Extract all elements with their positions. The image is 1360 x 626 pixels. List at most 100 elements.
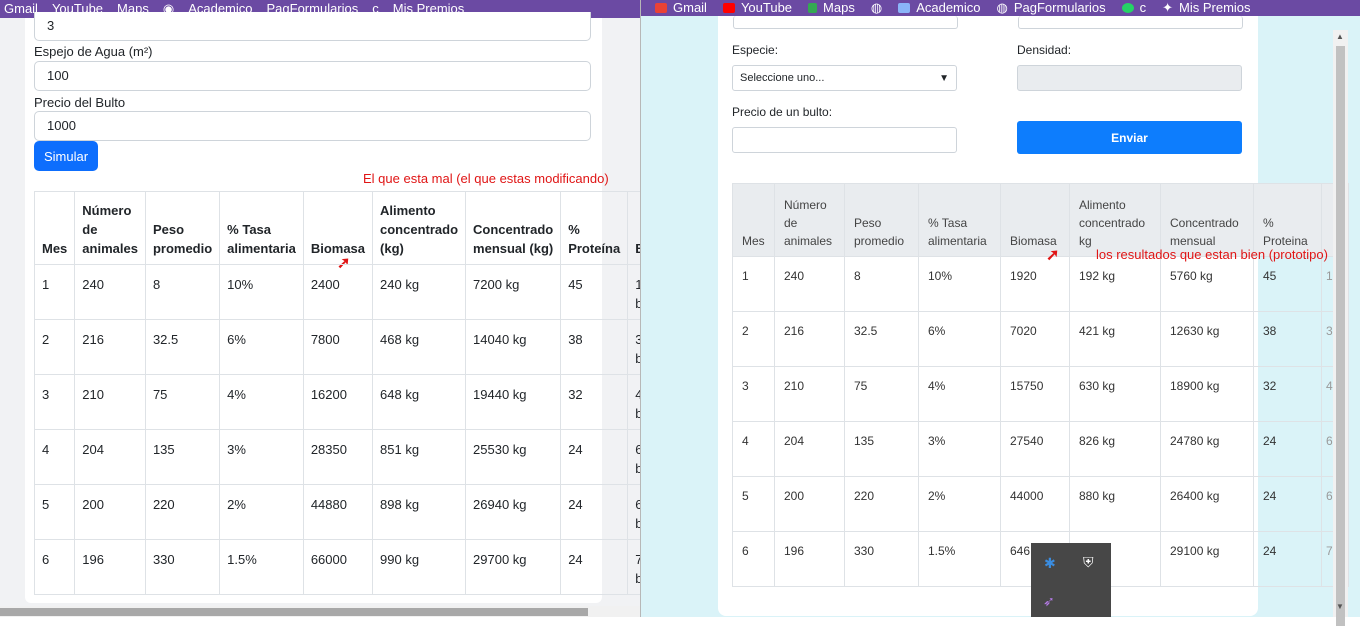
densidad-field: [1017, 65, 1242, 91]
col-header: % Proteína: [560, 191, 629, 265]
table-cell: 5760 kg: [1160, 256, 1254, 312]
maps-icon: [808, 3, 818, 13]
table-row: 1 240 8 10% 1920 192 kg 5760 kg 45 1: [732, 256, 1350, 312]
precio-bulto-label: Precio de un bulto:: [732, 105, 833, 119]
espejo-input[interactable]: 100: [34, 61, 591, 91]
table-cell: 220: [844, 476, 919, 532]
col-header: Alimento concentrado kg: [1069, 183, 1161, 257]
bookmark-academico[interactable]: Academico: [898, 1, 981, 15]
security-warning-icon[interactable]: ⛨: [1083, 554, 1094, 571]
table-cell: 990 kg: [372, 539, 467, 595]
top-input-partial[interactable]: [1018, 16, 1243, 29]
table-cell: 24: [1253, 421, 1322, 477]
table-cell: 10%: [918, 256, 1001, 312]
bluetooth-icon[interactable]: ✱: [1044, 555, 1056, 572]
table-header-row: Mes Número de animales Peso promedio % T…: [732, 183, 1350, 257]
scrollbar-thumb[interactable]: [0, 608, 588, 616]
col-header: Concentrado mensual (kg): [465, 191, 562, 265]
table-row: 1240810%2400240 kg7200 kg45180 bulto: [33, 264, 640, 320]
table-cell: 330: [144, 539, 221, 595]
bookmark-gmail[interactable]: Gmail: [4, 2, 38, 16]
top-input-partial[interactable]: [733, 16, 958, 29]
simular-button[interactable]: Simular: [34, 141, 98, 171]
precio-bulto-input[interactable]: 1000: [34, 111, 591, 141]
table-cell: 192 kg: [1069, 256, 1161, 312]
annotation-arrow-icon: ➚: [1046, 247, 1060, 264]
table-cell: 24780 kg: [1160, 421, 1254, 477]
densidad-label: Densidad:: [1017, 43, 1072, 57]
table-cell: 3: [732, 366, 775, 422]
annotation-wrong: El que esta mal (el que estas modificand…: [363, 171, 609, 186]
table-cell: 29700 kg: [465, 539, 562, 595]
scroll-down-icon[interactable]: ▼: [1336, 602, 1344, 611]
table-cell: 4: [732, 421, 775, 477]
table-row: 2 216 32.5 6% 7020 421 kg 12630 kg 38 3: [732, 311, 1350, 367]
col-header: Número de animales: [774, 183, 845, 257]
table-cell: 24: [1253, 531, 1322, 587]
table-cell: 19440 kg: [465, 374, 562, 430]
vertical-scrollbar[interactable]: ▲ ▼: [1333, 30, 1348, 626]
table-cell: 880 kg: [1069, 476, 1161, 532]
bookmarks-bar: Gmail YouTube Maps ◍ Academico ◍ PagFormu…: [641, 0, 1360, 16]
table-cell: 674 bulto: [627, 484, 640, 540]
table-cell: 8: [844, 256, 919, 312]
table-cell: 196: [774, 531, 845, 587]
table-cell: 4%: [219, 374, 304, 430]
table-cell: 32.5: [144, 319, 221, 375]
table-cell: 898 kg: [372, 484, 467, 540]
gmail-icon: [655, 3, 667, 13]
bookmark-maps[interactable]: Maps: [808, 1, 855, 15]
table-cell: 29100 kg: [1160, 531, 1254, 587]
table-cell: 7200 kg: [465, 264, 562, 320]
precio-bulto-input[interactable]: [732, 127, 957, 153]
table-cell: 38: [1253, 311, 1322, 367]
table-cell: 7020: [1000, 311, 1070, 367]
scroll-up-icon[interactable]: ▲: [1336, 32, 1344, 41]
table-cell: 240: [74, 264, 146, 320]
table-cell: 135: [144, 429, 221, 485]
col-header: Alimento concentrado (kg): [372, 191, 467, 265]
table-cell: 6: [732, 531, 775, 587]
horizontal-scrollbar[interactable]: [0, 606, 640, 617]
table-cell: 45: [1253, 256, 1322, 312]
table-cell: 28350: [302, 429, 374, 485]
table-cell: 1.5%: [918, 531, 1001, 587]
bookmark-youtube[interactable]: YouTube: [722, 1, 792, 15]
table-cell: 7800: [302, 319, 374, 375]
bookmark-mis-premios[interactable]: ✦ Mis Premios: [1162, 1, 1250, 15]
table-cell: 3: [33, 374, 76, 430]
whatsapp-icon: [1121, 3, 1134, 13]
system-tray-popup: ✱ ⛨ ➶: [1031, 543, 1111, 617]
table-cell: 826 kg: [1069, 421, 1161, 477]
table-row: 5 200 220 2% 44000 880 kg 26400 kg 24 6: [732, 476, 1350, 532]
table-cell: 200: [774, 476, 845, 532]
table-cell: 44000: [1000, 476, 1070, 532]
bookmark-gmail[interactable]: Gmail: [655, 1, 707, 15]
table-cell: 330: [844, 531, 919, 587]
bookmark-globe[interactable]: ◍: [871, 1, 882, 15]
col-header: Mes: [33, 191, 76, 265]
table-cell: 6: [33, 539, 76, 595]
table-cell: 240 kg: [372, 264, 467, 320]
table-cell: 2: [732, 311, 775, 367]
table-row: 61963301.5%66000990 kg29700 kg24743 bult…: [33, 539, 640, 595]
enviar-button[interactable]: Enviar: [1017, 121, 1242, 154]
top-number-input[interactable]: 3: [34, 12, 591, 41]
especie-label: Especie:: [732, 43, 779, 57]
table-cell: 135: [844, 421, 919, 477]
table-cell: 4: [33, 429, 76, 485]
table-cell: 24: [560, 484, 629, 540]
table-cell: 421 kg: [1069, 311, 1161, 367]
scrollbar-thumb[interactable]: [1336, 46, 1345, 626]
bookmark-c[interactable]: c: [1121, 1, 1146, 15]
table-row: 52002202%44880898 kg26940 kg24674 bulto: [33, 484, 640, 540]
table-cell: 24: [560, 539, 629, 595]
bookmark-pagformularios[interactable]: ◍ PagFormularios: [997, 1, 1106, 15]
especie-select[interactable]: Seleccione uno... ▼: [732, 65, 957, 91]
col-header: Bulto: [627, 191, 640, 265]
feather-app-icon[interactable]: ➶: [1043, 593, 1055, 610]
table-row: 42041353%28350851 kg25530 kg24638 bulto: [33, 429, 640, 485]
table-cell: 32.5: [844, 311, 919, 367]
table-cell: 1.5%: [219, 539, 304, 595]
annotation-correct: los resultados que estan bien (prototipo…: [1096, 247, 1328, 262]
